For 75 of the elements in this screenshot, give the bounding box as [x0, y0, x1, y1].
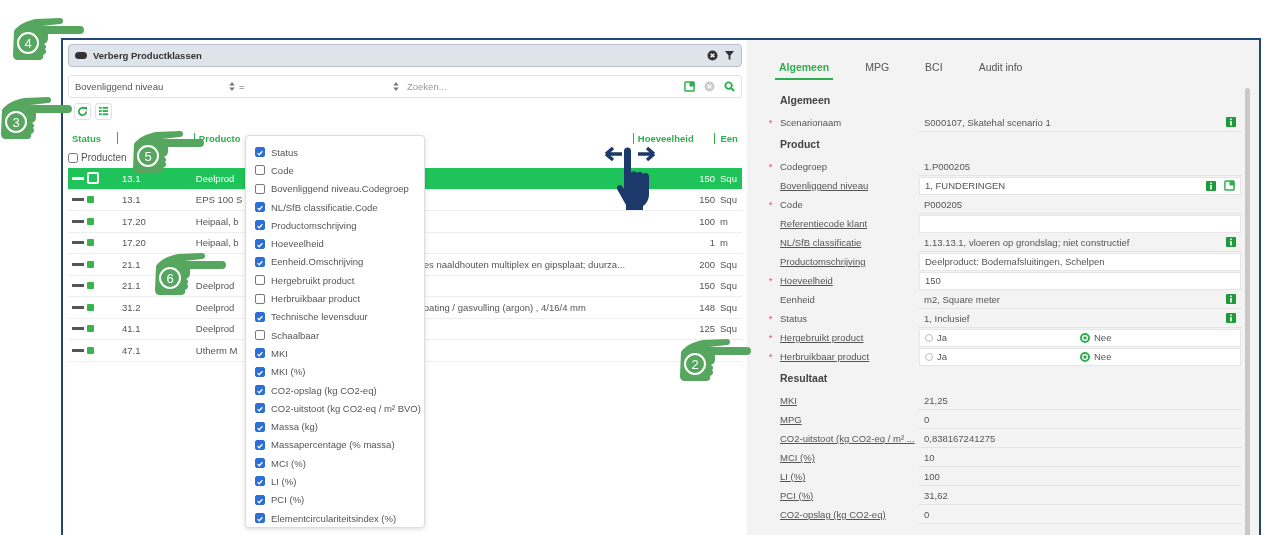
table-cell: 150 — [699, 280, 716, 292]
table-cell: 148 — [699, 301, 716, 313]
table-cell: 125 — [699, 323, 716, 335]
radio-label: Nee — [1094, 351, 1112, 362]
table-cell: Utherm M — [195, 344, 238, 356]
table-cell: 13.1 — [121, 194, 141, 206]
option-label: MKI — [271, 347, 288, 359]
table-cell: Heipaal, b — [195, 215, 239, 227]
option-label: Technische levensduur — [271, 311, 368, 323]
option-label: Massa (kg) — [271, 421, 318, 433]
table-cell: Deelprod — [195, 301, 235, 313]
option-label: Productomschrijving — [271, 219, 357, 231]
option-label: Hergebruikt product — [271, 274, 355, 286]
field-label: Status — [780, 313, 807, 324]
section-title: Resultaat — [780, 372, 829, 384]
table-cell: Deelprod — [195, 323, 235, 335]
table-cell: 31.2 — [121, 301, 141, 313]
table-cell: m — [720, 237, 728, 249]
checkbox-label: Producten — [81, 152, 127, 163]
radio-label: Nee — [1094, 332, 1112, 343]
required-mark: * — [768, 161, 773, 172]
table-cell: 47.1 — [121, 344, 141, 356]
table-cell: 200 — [699, 258, 716, 270]
table-cell: Squ — [720, 323, 737, 335]
required-mark: * — [768, 332, 773, 343]
section-title: Product — [780, 138, 821, 150]
table-cell: Squ — [720, 258, 737, 270]
option-label: Status — [271, 146, 298, 158]
table-cell: Squ — [720, 194, 737, 206]
option-label: Hoeveelheid — [271, 238, 324, 250]
option-label: Herbruikbaar product — [271, 293, 361, 304]
option-label: PCI (%) — [271, 494, 305, 506]
table-cell: Squ — [720, 172, 737, 184]
table-cell: 21.1 — [121, 258, 141, 270]
required-mark: * — [768, 117, 773, 128]
option-label: MCI (%) — [271, 457, 306, 469]
field-label: Scenarionaam — [780, 117, 842, 128]
required-mark: * — [768, 275, 773, 286]
radio-label: Ja — [937, 332, 948, 343]
required-mark: * — [768, 351, 773, 362]
required-mark: * — [768, 199, 773, 210]
option-label: Eenheid.Omschrijving — [271, 256, 364, 268]
table-cell: EPS 100 S — [195, 194, 243, 206]
option-label: CO2-uitstoot (kg CO2-eq / m² BVO) — [271, 402, 421, 414]
field-label: Codegroep — [780, 161, 827, 172]
table-cell: Deelprod — [195, 280, 235, 292]
table-cell: 150 — [699, 172, 716, 184]
toggle-label: Verberg Productklassen — [93, 50, 202, 61]
table-cell: 41.1 — [121, 323, 141, 335]
option-label: Massapercentage (% massa) — [271, 439, 395, 451]
table-cell: 21.1 — [121, 280, 141, 292]
section-title: Algemeen — [780, 94, 832, 106]
table-cell: 150 — [699, 194, 716, 206]
option-label: Code — [271, 164, 294, 176]
option-label: Bovenliggend niveau.Codegroep — [271, 183, 409, 195]
option-label: Schaalbaar — [271, 329, 320, 341]
option-label: CO2-opslag (kg CO2-eq) — [271, 384, 377, 396]
radio-label: Ja — [937, 351, 948, 362]
table-cell: Heipaal, b — [195, 237, 239, 249]
option-label: LI (%) — [271, 476, 297, 487]
table-cell: 1 — [709, 237, 716, 249]
table-cell: Squ — [720, 301, 737, 313]
option-label: NL/SfB classificatie.Code — [271, 201, 378, 213]
table-cell: 100 — [699, 215, 716, 227]
table-cell: 17.20 — [121, 215, 146, 227]
table-cell: Deelprod — [195, 172, 235, 184]
option-label: Elementcirculariteitsindex (%) — [271, 512, 397, 524]
table-cell: m — [720, 215, 728, 227]
field-label: Code — [780, 199, 803, 210]
table-cell: Squ — [720, 280, 737, 292]
field-label: Eenheid — [780, 294, 815, 305]
table-cell: 17.20 — [121, 237, 146, 249]
option-label: MKI (%) — [271, 366, 306, 378]
required-mark: * — [768, 313, 773, 324]
table-cell: 13.1 — [121, 172, 141, 184]
